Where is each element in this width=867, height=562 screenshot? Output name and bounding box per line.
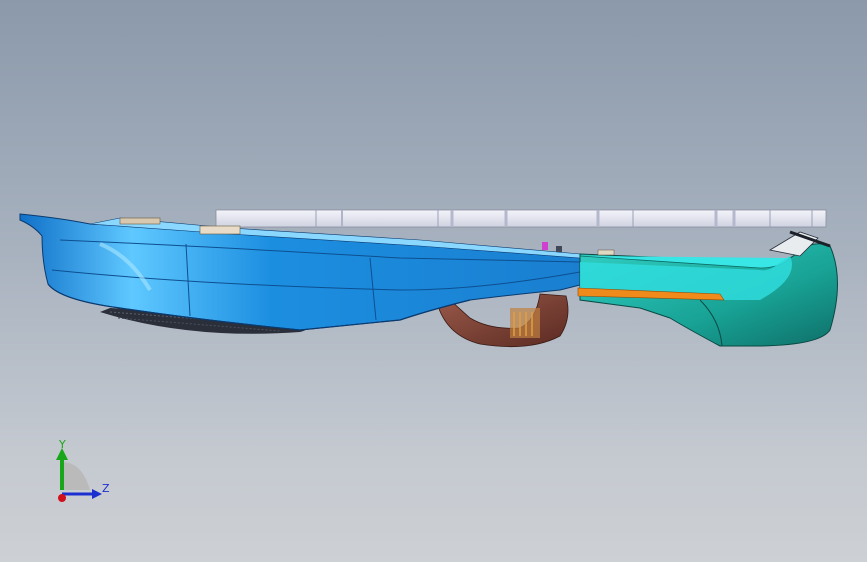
top-plate[interactable] — [215, 209, 827, 228]
triad-plane — [62, 462, 90, 490]
triad-axes — [56, 448, 102, 502]
magenta-pin[interactable] — [542, 242, 548, 250]
model-view[interactable] — [0, 0, 867, 562]
y-axis-label: Y — [59, 438, 66, 451]
coordinate-triad: Y Z — [40, 438, 120, 510]
dark-pin[interactable] — [556, 246, 562, 252]
top-bracket[interactable] — [597, 249, 615, 256]
z-axis-label: Z — [102, 482, 110, 495]
x-axis-dot — [58, 494, 66, 502]
graphics-viewport[interactable]: Y Z — [0, 0, 867, 562]
rear-module[interactable] — [579, 230, 838, 347]
